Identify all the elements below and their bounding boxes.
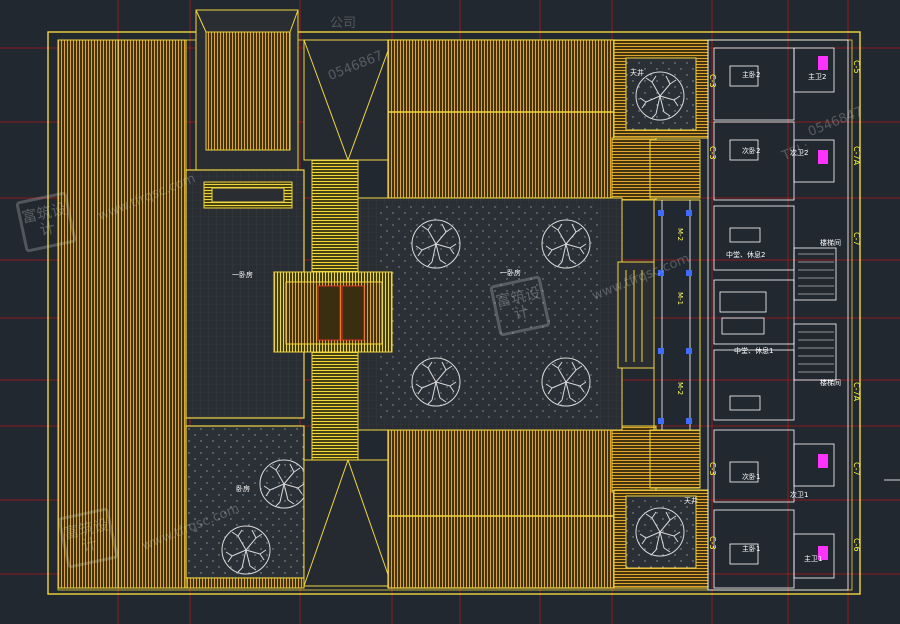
room-label-dining-1: 中堂、休息1 (734, 347, 774, 355)
room-label-top-right-courtyard: 天井 (630, 69, 644, 77)
watermark-company: 公司 (330, 16, 357, 31)
room-label-bottom-right-courtyard: 天井 (684, 497, 698, 505)
room-label-guest-2: 次卧2 (742, 147, 761, 155)
south-void (303, 459, 393, 587)
watermark-stamp-2: 富筑设计 (489, 275, 551, 337)
door-tag-m2-lower: M-2 (676, 382, 684, 396)
room-label-stair-upper: 楼梯间 (820, 239, 841, 247)
room-label-stair-lower: 楼梯间 (820, 379, 841, 387)
south-main-hall-roof (387, 429, 615, 589)
room-label-guest-bath-1: 次卫1 (790, 491, 809, 499)
room-label-hall-center: 一卧房 (500, 269, 521, 277)
window-tag-c7-right: C-7 (852, 462, 861, 476)
window-tag-c7: C-7 (852, 232, 861, 246)
watermark-stamp-1: 富筑设计 (15, 191, 77, 253)
door-tag-m2-upper: M-2 (676, 228, 684, 242)
window-tag-c7a-top: C-7A (852, 146, 861, 166)
window-tag-c6: C-6 (852, 538, 861, 552)
room-label-lower-left: 卧房 (236, 485, 250, 493)
room-label-master-2: 主卧2 (742, 71, 761, 79)
room-label-master-1: 主卧1 (742, 545, 761, 553)
watermark-stamp-3: 富筑设计 (57, 507, 119, 569)
window-tag-c5: C-5 (852, 60, 861, 74)
window-tag-c3-lower: C-3 (708, 536, 717, 550)
room-label-master-bath-2: 主卫2 (808, 73, 827, 81)
window-tag-c3-bottom: C-3 (708, 462, 717, 476)
window-tag-c3-top: C-3 (708, 74, 717, 88)
room-label-master-bath-1: 主卫1 (804, 555, 823, 563)
room-label-dining-2: 中堂、休息2 (726, 251, 766, 259)
floor-plan-drawing (0, 0, 900, 624)
window-tag-c7a-bottom: C-7A (852, 382, 861, 402)
room-label-guest-1: 次卧1 (742, 473, 761, 481)
west-roof (57, 39, 187, 589)
room-label-hall-left: 一卧房 (232, 271, 253, 279)
door-tag-m1: M-1 (676, 292, 684, 306)
window-tag-c3-mid: C-3 (708, 146, 717, 160)
